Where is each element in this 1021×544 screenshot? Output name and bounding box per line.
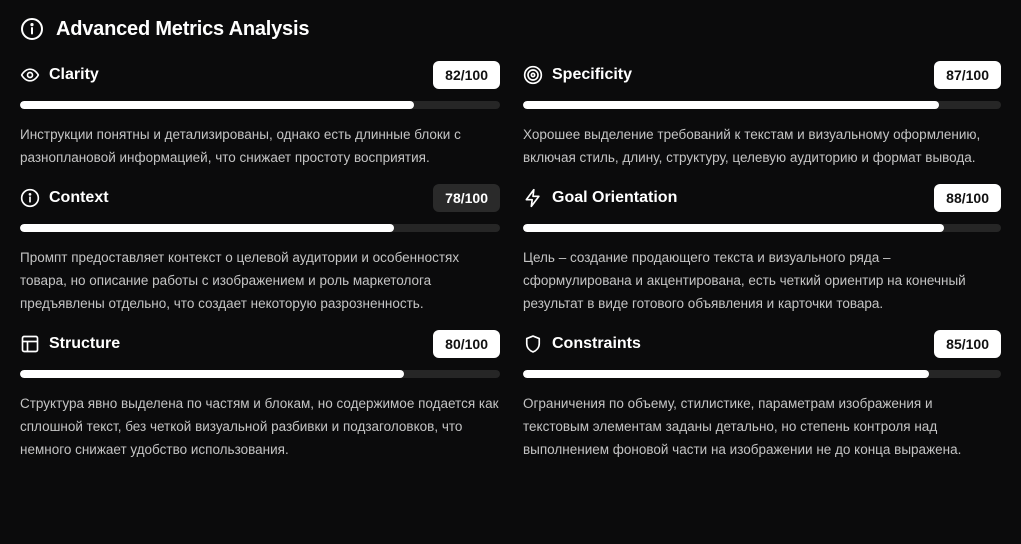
metric-label: Clarity [49, 66, 99, 83]
score-badge: 87/100 [934, 61, 1001, 89]
metric-description: Цель – создание продающего текста и визу… [523, 250, 966, 311]
metric-structure: Structure 80/100 Структура явно выделена… [20, 329, 500, 461]
metric-goal-orientation: Goal Orientation 88/100 Цель – создание … [523, 183, 1001, 315]
metric-label: Constraints [552, 335, 641, 352]
shield-icon [523, 334, 543, 354]
progress-bar [20, 224, 500, 232]
metric-title: Clarity [20, 65, 99, 85]
lightning-icon [523, 188, 543, 208]
metric-title: Specificity [523, 65, 632, 85]
metric-header: Context 78/100 [20, 183, 500, 213]
metrics-grid: Clarity 82/100 Инструкции понятны и дета… [20, 60, 1001, 461]
eye-icon [20, 65, 40, 85]
metric-constraints: Constraints 85/100 Ограничения по объему… [523, 329, 1001, 461]
progress-bar-fill [523, 224, 944, 232]
metric-label: Specificity [552, 66, 633, 83]
metric-clarity: Clarity 82/100 Инструкции понятны и дета… [20, 60, 500, 169]
metric-description: Ограничения по объему, стилистике, парам… [523, 396, 962, 457]
metric-label: Context [49, 189, 109, 206]
progress-bar [523, 101, 1001, 109]
metric-title: Context [20, 188, 109, 208]
metric-label: Goal Orientation [552, 189, 678, 206]
progress-bar-fill [523, 101, 939, 109]
metric-label: Structure [49, 335, 121, 352]
progress-bar [20, 101, 500, 109]
page-title: Advanced Metrics Analysis [56, 17, 310, 40]
progress-bar [20, 370, 500, 378]
info-circle-icon [20, 17, 44, 41]
progress-bar-fill [523, 370, 930, 378]
progress-bar-fill [20, 101, 414, 109]
progress-bar [523, 370, 1001, 378]
metric-header: Goal Orientation 88/100 [523, 183, 1001, 213]
metric-description: Структура явно выделена по частям и блок… [20, 396, 499, 457]
score-badge: 80/100 [433, 330, 500, 358]
target-icon [523, 65, 543, 85]
progress-bar [523, 224, 1001, 232]
metric-header: Clarity 82/100 [20, 60, 500, 90]
metric-title: Constraints [523, 334, 641, 354]
metric-description: Инструкции понятны и детализированы, одн… [20, 127, 461, 165]
score-badge: 88/100 [934, 184, 1001, 212]
metric-specificity: Specificity 87/100 Хорошее выделение тре… [523, 60, 1001, 169]
progress-bar-fill [20, 370, 404, 378]
info-circle-icon [20, 188, 40, 208]
panel-header: Advanced Metrics Analysis [20, 14, 1001, 44]
progress-bar-fill [20, 224, 395, 232]
layout-icon [20, 334, 40, 354]
metrics-panel: Advanced Metrics Analysis Clarity 82/100 [0, 0, 1021, 544]
score-badge: 85/100 [934, 330, 1001, 358]
metric-description: Хорошее выделение требований к текстам и… [523, 127, 981, 165]
metric-title: Goal Orientation [523, 188, 677, 208]
metric-header: Specificity 87/100 [523, 60, 1001, 90]
metric-header: Constraints 85/100 [523, 329, 1001, 359]
metric-header: Structure 80/100 [20, 329, 500, 359]
metric-title: Structure [20, 334, 120, 354]
score-badge: 78/100 [433, 184, 500, 212]
metric-context: Context 78/100 Промпт предоставляет конт… [20, 183, 500, 315]
metric-description: Промпт предоставляет контекст о целевой … [20, 250, 460, 311]
score-badge: 82/100 [433, 61, 500, 89]
